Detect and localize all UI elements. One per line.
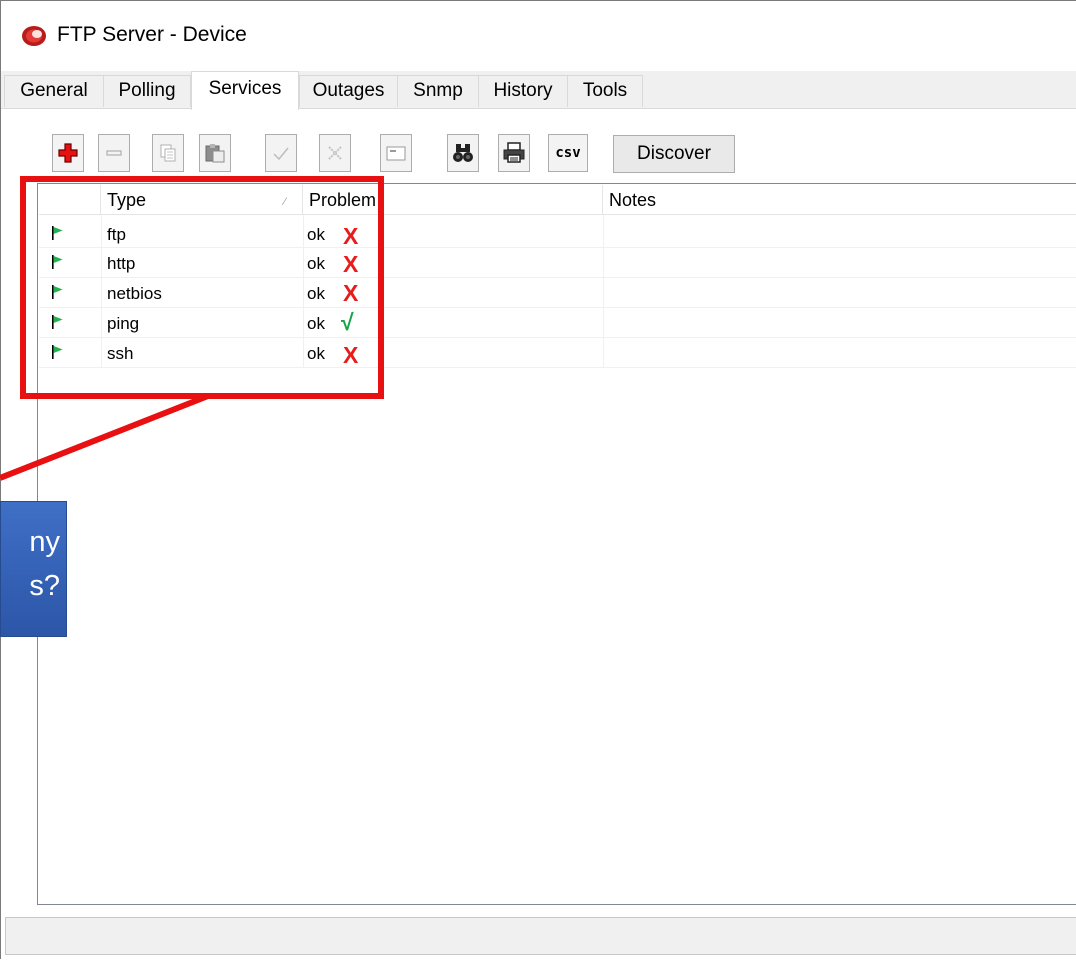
callout-box: ny s? xyxy=(0,501,67,637)
callout-text-line2: s? xyxy=(29,570,60,602)
callout-pointer-line xyxy=(0,393,210,481)
callout-text-line1: ny xyxy=(29,526,60,558)
